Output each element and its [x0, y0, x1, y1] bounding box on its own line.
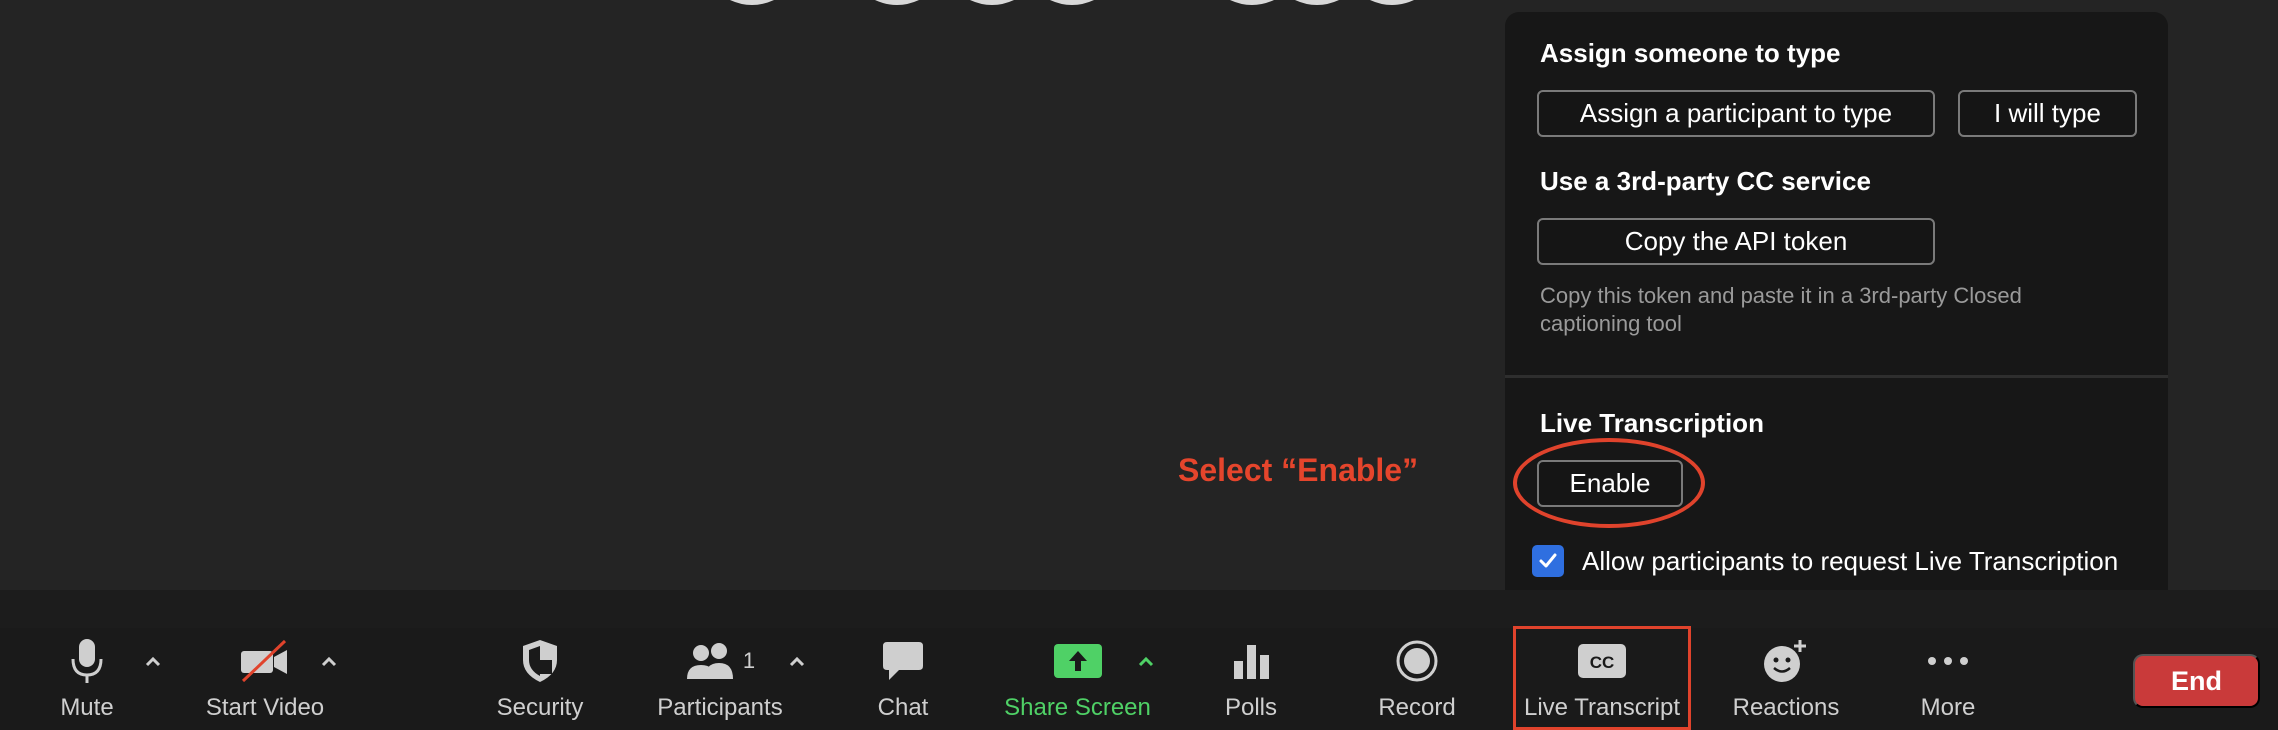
- polls-label: Polls: [1224, 694, 1278, 721]
- reactions-button[interactable]: Reactions: [1726, 628, 1846, 730]
- security-button[interactable]: Security: [480, 628, 600, 730]
- meeting-toolbar: Mute Start Video Security 1 Participants…: [0, 628, 2278, 730]
- record-button[interactable]: Record: [1367, 628, 1467, 730]
- allow-request-label: Allow participants to request Live Trans…: [1582, 545, 2119, 576]
- participants-label: Participants: [657, 694, 783, 721]
- security-label: Security: [496, 694, 584, 721]
- chat-button[interactable]: Chat: [853, 628, 953, 730]
- mute-label: Mute: [60, 694, 114, 721]
- section-divider: [1505, 375, 2168, 378]
- allow-request-row[interactable]: Allow participants to request Live Trans…: [1532, 545, 2118, 577]
- participants-icon: [686, 643, 733, 679]
- checkmark-icon: [1539, 553, 1557, 568]
- third-party-section-title: Use a 3rd-party CC service: [1540, 166, 1871, 196]
- copy-api-token-button[interactable]: Copy the API token: [1537, 218, 1935, 265]
- start-video-button[interactable]: Start Video: [195, 628, 335, 730]
- allow-request-checkbox[interactable]: [1532, 545, 1564, 577]
- audio-options-chevron-icon[interactable]: [141, 650, 165, 674]
- video-bottom-band: [0, 590, 2278, 628]
- chat-bubble-icon: [883, 642, 923, 680]
- end-meeting-button[interactable]: End: [2133, 654, 2260, 708]
- smiley-add-icon: [1764, 640, 1806, 682]
- participants-button[interactable]: 1 Participants: [650, 628, 790, 730]
- more-label: More: [1920, 694, 1976, 721]
- ellipsis-icon: [1928, 657, 1968, 665]
- bar-chart-icon: [1234, 645, 1269, 679]
- microphone-icon: [71, 639, 103, 683]
- assign-section-title: Assign someone to type: [1540, 38, 1841, 68]
- video-options-chevron-icon[interactable]: [317, 650, 341, 674]
- record-label: Record: [1378, 694, 1456, 721]
- enable-highlight-circle: [1513, 438, 1705, 528]
- video-off-icon: [241, 639, 287, 683]
- polls-button[interactable]: Polls: [1201, 628, 1301, 730]
- meeting-window: Assign someone to type Assign a particip…: [0, 0, 2278, 730]
- participant-name-partial: [730, 0, 1414, 5]
- share-options-chevron-icon[interactable]: [1134, 650, 1158, 674]
- live-transcription-title: Live Transcription: [1540, 408, 1764, 438]
- share-screen-button[interactable]: Share Screen: [995, 628, 1160, 730]
- participants-options-chevron-icon[interactable]: [785, 650, 809, 674]
- record-icon: [1396, 640, 1438, 682]
- share-screen-label: Share Screen: [1004, 694, 1151, 721]
- closed-caption-popup: Assign someone to type Assign a particip…: [1505, 12, 2168, 620]
- copy-token-helper-text: Copy this token and paste it in a 3rd-pa…: [1540, 283, 2022, 336]
- shield-icon: [523, 640, 557, 682]
- more-button[interactable]: More: [1898, 628, 1998, 730]
- live-transcript-highlight-box: [1513, 626, 1691, 730]
- assign-participant-button[interactable]: Assign a participant to type: [1537, 90, 1935, 137]
- chat-label: Chat: [877, 694, 929, 721]
- mute-button[interactable]: Mute: [37, 628, 137, 730]
- instruction-annotation: Select “Enable”: [1178, 452, 1419, 488]
- start-video-label: Start Video: [205, 694, 325, 721]
- participant-count: 1: [742, 648, 756, 673]
- share-screen-icon: [1053, 644, 1102, 678]
- reactions-label: Reactions: [1732, 694, 1840, 721]
- i-will-type-button[interactable]: I will type: [1958, 90, 2137, 137]
